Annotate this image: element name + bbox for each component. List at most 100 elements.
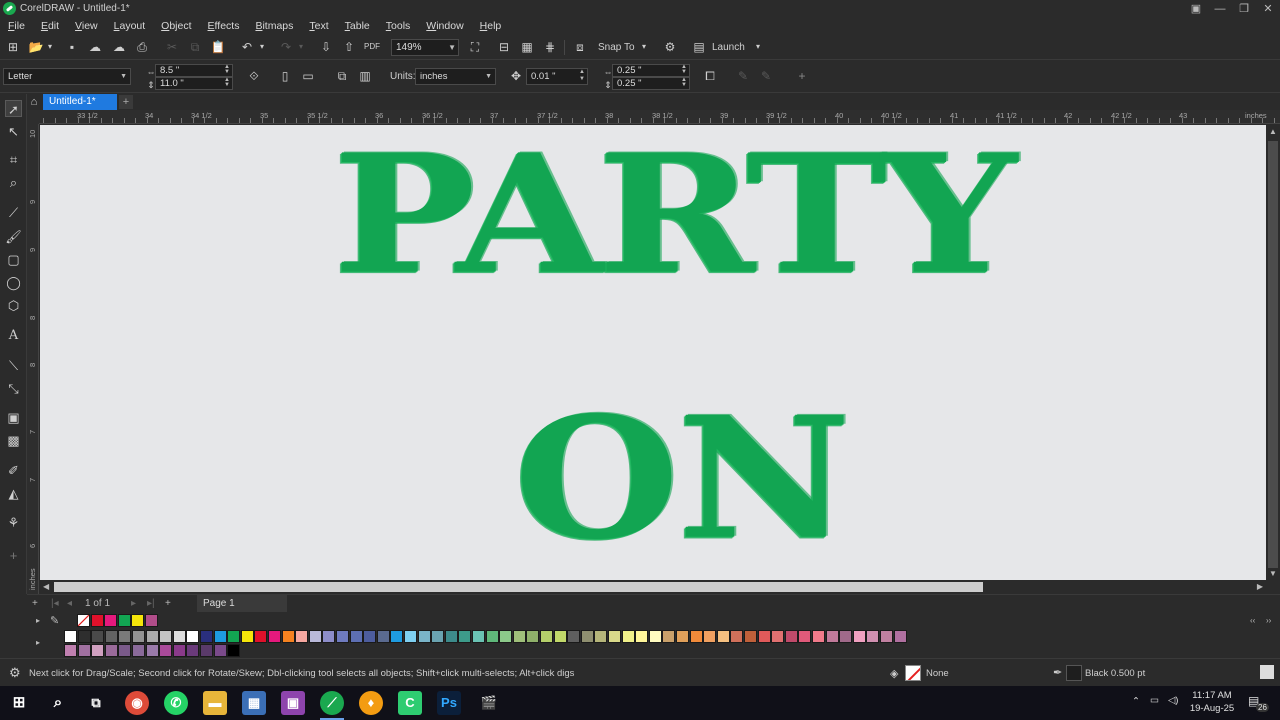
color-swatch[interactable]	[540, 630, 553, 643]
options-gear-icon[interactable]: ⚙	[662, 39, 678, 55]
color-swatch[interactable]	[77, 644, 91, 657]
shape-tool-icon[interactable]: ↖	[5, 123, 22, 140]
launch-dropdown[interactable]: Launch	[712, 39, 745, 56]
fill-swatch[interactable]	[905, 665, 921, 681]
snap-to-icon[interactable]: ⧈	[572, 39, 588, 55]
duplicate-distance-x-field[interactable]: 0.25 " ▲ ▼	[612, 64, 690, 77]
color-swatch[interactable]	[172, 644, 186, 657]
horizontal-scrollbar[interactable]: ◀ ▶	[40, 580, 1266, 594]
import-icon[interactable]: ⇩	[318, 39, 334, 55]
artwork-text-party[interactable]: PARTY	[333, 133, 1017, 296]
color-swatch[interactable]	[281, 630, 295, 643]
add-page-after-icon[interactable]: +	[165, 598, 171, 609]
launch-dropdown-icon[interactable]: ▾	[754, 39, 762, 55]
color-swatch[interactable]	[730, 630, 744, 643]
menu-text[interactable]: Text	[301, 20, 336, 32]
color-swatch[interactable]	[798, 630, 812, 643]
color-swatch[interactable]	[118, 630, 132, 643]
color-swatch[interactable]	[64, 644, 77, 657]
color-swatch[interactable]	[866, 630, 880, 643]
color-swatch[interactable]	[390, 630, 404, 643]
color-swatch[interactable]	[240, 630, 254, 643]
show-grid-icon[interactable]: ▦	[519, 39, 535, 55]
smart-fill-icon[interactable]: ⚘	[5, 514, 22, 531]
menu-table[interactable]: Table	[337, 20, 378, 32]
menu-help[interactable]: Help	[472, 20, 510, 32]
nudge-distance-field[interactable]: 0.01 " ▲ ▼	[526, 68, 588, 85]
duplicate-distance-y-field[interactable]: 0.25 " ▲ ▼	[612, 77, 690, 90]
menu-bitmaps[interactable]: Bitmaps	[247, 20, 301, 32]
vertical-ruler[interactable]: 10 9 1/2 9 8 1/2 8 7 1/2 7 6 1/2 inches	[27, 124, 39, 594]
menu-tools[interactable]: Tools	[378, 20, 419, 32]
color-swatch[interactable]	[322, 630, 336, 643]
color-swatch[interactable]	[621, 630, 635, 643]
clock[interactable]: 11:17 AM 19-Aug-25	[1186, 690, 1238, 714]
connector-tool-icon[interactable]: ⤡	[5, 380, 22, 397]
color-swatch[interactable]	[716, 630, 730, 643]
draw-unit-icon[interactable]: ✎	[735, 68, 751, 84]
color-swatch[interactable]	[444, 630, 458, 643]
clapperboard-icon[interactable]: 🎬	[477, 691, 501, 715]
redo-dropdown-icon[interactable]: ▾	[297, 39, 305, 55]
maximize-button[interactable]: ❐	[1232, 0, 1256, 17]
palette-menu-icon[interactable]: ‹‹	[1250, 616, 1255, 625]
dimension-tool-icon[interactable]: ⟍	[5, 357, 22, 374]
nudge-spinner[interactable]: ▲ ▼	[577, 69, 587, 84]
vertical-scroll-thumb[interactable]	[1268, 141, 1278, 568]
color-swatch[interactable]	[526, 630, 540, 643]
save-icon[interactable]: ▪	[64, 39, 80, 55]
page-height-field[interactable]: 11.0 " ▲ ▼	[155, 77, 233, 90]
calculator-icon[interactable]: ▦	[242, 691, 266, 715]
snap-dropdown-icon[interactable]: ▾	[640, 39, 648, 55]
color-swatch[interactable]	[825, 630, 839, 643]
last-page-icon[interactable]: ▸|	[147, 598, 155, 609]
scroll-up-icon[interactable]: ▲	[1269, 127, 1277, 136]
color-swatch[interactable]	[893, 630, 907, 643]
photoshop-icon[interactable]: Ps	[437, 691, 461, 715]
color-swatch[interactable]	[376, 630, 390, 643]
page-layout-icon[interactable]: ⧉	[334, 68, 350, 84]
open-dropdown-icon[interactable]: ▾	[46, 39, 54, 55]
color-swatch[interactable]	[213, 630, 227, 643]
color-swatch[interactable]	[200, 630, 213, 643]
color-swatch[interactable]	[213, 644, 227, 657]
color-swatch[interactable]	[784, 630, 798, 643]
vertical-scrollbar[interactable]: ▲ ▼	[1266, 125, 1280, 580]
chrome-icon[interactable]: ◉	[125, 691, 149, 715]
windows-start-icon[interactable]: ⊞	[7, 691, 31, 715]
color-swatch[interactable]	[77, 614, 90, 627]
tray-chevron-icon[interactable]: ⌃	[1132, 696, 1140, 707]
eyedropper-tool-icon[interactable]: ✐	[5, 462, 22, 479]
color-swatch[interactable]	[676, 630, 689, 643]
publish-pdf-icon[interactable]: PDF	[364, 39, 380, 55]
units-select[interactable]: inches ▼	[415, 68, 496, 85]
color-swatch[interactable]	[458, 630, 472, 643]
color-swatch[interactable]	[757, 630, 771, 643]
color-swatch[interactable]	[77, 630, 91, 643]
color-swatch[interactable]	[159, 630, 173, 643]
color-swatch[interactable]	[131, 614, 145, 627]
color-proof-icon[interactable]	[1260, 665, 1274, 679]
redo-icon[interactable]: ↷	[278, 39, 294, 55]
paste-icon[interactable]: 📋	[210, 39, 226, 55]
color-swatch[interactable]	[608, 630, 621, 643]
color-swatch[interactable]	[662, 630, 676, 643]
task-view-icon[interactable]: ⧉	[84, 691, 108, 715]
volume-icon[interactable]: ◁)	[1168, 695, 1178, 706]
screen-recorder-icon[interactable]: ▣	[281, 691, 305, 715]
first-page-icon[interactable]: |◂	[51, 598, 59, 609]
file-explorer-icon[interactable]: ▬	[203, 691, 227, 715]
ellipse-tool-icon[interactable]: ◯	[5, 274, 22, 291]
palette-scroll-icon[interactable]: ▸	[36, 638, 40, 647]
palette-expand-icon[interactable]: ▸	[36, 616, 40, 625]
color-swatch[interactable]	[771, 630, 785, 643]
color-swatch[interactable]	[159, 644, 173, 657]
pick-tool-icon[interactable]: ➚	[5, 100, 22, 117]
page-size-select[interactable]: Letter ▼	[3, 68, 131, 85]
color-swatch[interactable]	[145, 614, 158, 627]
color-swatch[interactable]	[363, 630, 377, 643]
artistic-media-icon[interactable]: 🖌	[5, 228, 22, 245]
minimize-button[interactable]: —	[1208, 0, 1232, 17]
menu-window[interactable]: Window	[418, 20, 471, 32]
color-swatch[interactable]	[91, 630, 105, 643]
